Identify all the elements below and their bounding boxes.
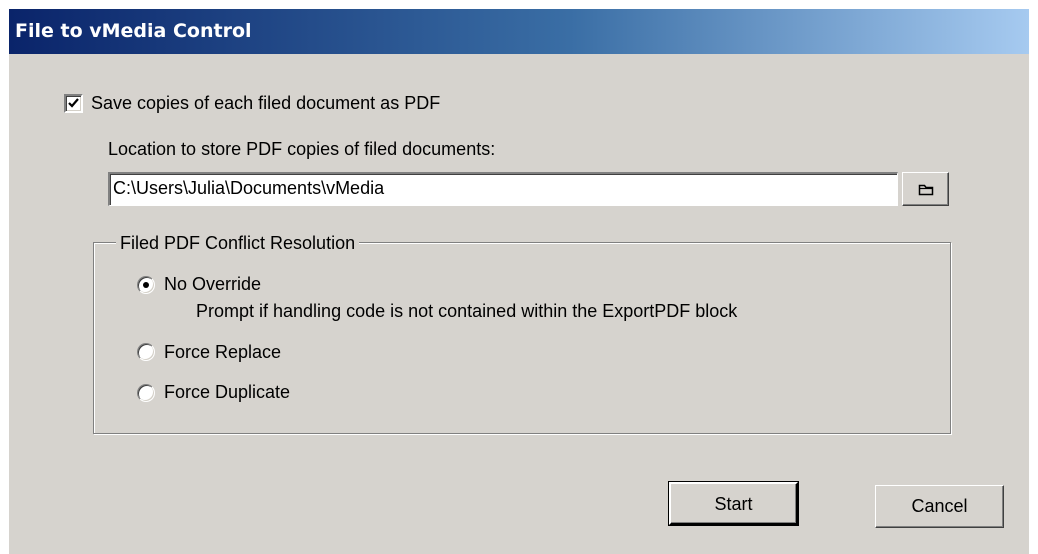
browse-folder-button[interactable] [902,172,949,206]
group-legend: Filed PDF Conflict Resolution [116,232,360,254]
location-label: Location to store PDF copies of filed do… [108,139,496,159]
window-title: File to vMedia Control [15,20,252,42]
radio-selected-dot [143,282,149,288]
cancel-button[interactable]: Cancel [875,485,1004,528]
pdf-location-input[interactable]: C:\Users\Julia\Documents\vMedia [108,172,898,206]
save-pdf-checkbox[interactable] [64,94,83,113]
conflict-resolution-group [93,242,951,434]
radio-label-force-duplicate[interactable]: Force Duplicate [164,381,290,403]
radio-label-force-replace[interactable]: Force Replace [164,341,281,363]
title-bar[interactable]: File to vMedia Control [9,9,1029,54]
no-override-description: Prompt if handling code is not contained… [196,301,738,321]
radio-force-replace[interactable] [137,343,155,361]
radio-force-duplicate[interactable] [137,384,155,402]
start-button[interactable]: Start [668,481,799,526]
folder-icon [918,184,934,196]
checkmark-icon [68,98,79,108]
dialog-window: File to vMedia Control Save copies of ea… [8,8,1029,554]
radio-label-no-override[interactable]: No Override [164,273,261,295]
radio-no-override[interactable] [137,276,155,294]
save-pdf-label[interactable]: Save copies of each filed document as PD… [91,92,440,114]
